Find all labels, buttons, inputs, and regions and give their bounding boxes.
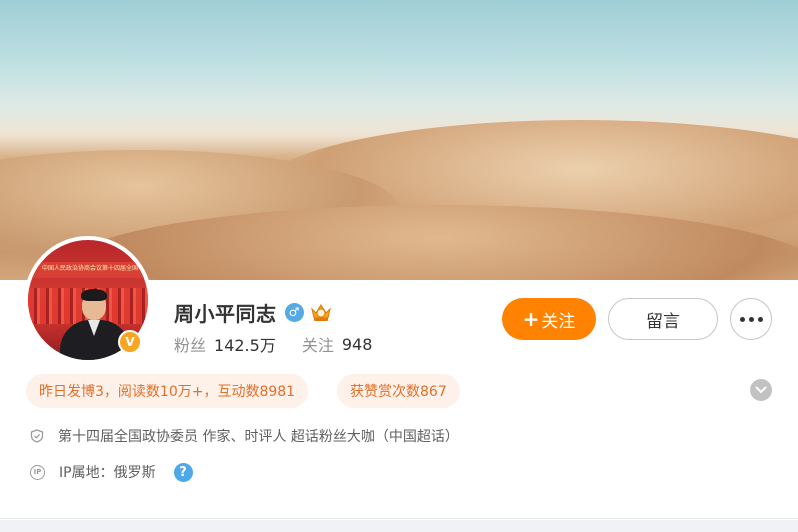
verified-v-icon[interactable]: V (118, 330, 142, 354)
following-label[interactable]: 关注 (302, 332, 334, 356)
profile-cover-banner (0, 0, 798, 280)
following-count[interactable]: 948 (342, 335, 373, 354)
avatar-banner-text: 中国人民政治协商会议第十四届全国委员会 (42, 265, 138, 272)
ip-location-row: IP IP属地：俄罗斯 ? (30, 462, 193, 482)
sky-haze (0, 0, 798, 120)
description-row: 第十四届全国政协委员 作家、时评人 超话粉丝大咖（中国超话） (30, 426, 459, 446)
rewards-pill[interactable]: 获赞赏次数867 (337, 374, 460, 408)
shield-check-icon (30, 429, 44, 443)
help-question-icon[interactable]: ? (173, 462, 193, 482)
more-options-button[interactable] (730, 298, 772, 340)
description-text: 第十四届全国政协委员 作家、时评人 超话粉丝大咖（中国超话） (58, 429, 459, 445)
message-button[interactable]: 留言 (608, 298, 718, 340)
fans-label[interactable]: 粉丝 (174, 332, 206, 356)
follow-button[interactable]: + 关注 (502, 298, 596, 340)
ip-location-text: IP属地：俄罗斯 (59, 465, 156, 481)
profile-stats: 粉丝 142.5万 关注 948 (174, 332, 372, 356)
chevron-down-icon[interactable] (750, 379, 772, 401)
name-row: 周小平同志 ♂ (174, 298, 333, 326)
plus-icon: + (522, 307, 540, 331)
more-dots-icon (739, 316, 763, 322)
activity-pill[interactable]: 昨日发博3，阅读数10万+，互动数8981 (26, 374, 309, 408)
fans-count[interactable]: 142.5万 (214, 332, 276, 356)
ip-location-icon: IP (30, 464, 45, 480)
male-gender-icon: ♂ (284, 302, 304, 322)
divider (0, 518, 798, 519)
avatar-person-hair (81, 289, 107, 301)
fan-crown-icon[interactable] (309, 301, 333, 323)
follow-label: 关注 (541, 311, 576, 332)
message-label: 留言 (646, 311, 680, 332)
profile-name: 周小平同志 (174, 301, 277, 326)
